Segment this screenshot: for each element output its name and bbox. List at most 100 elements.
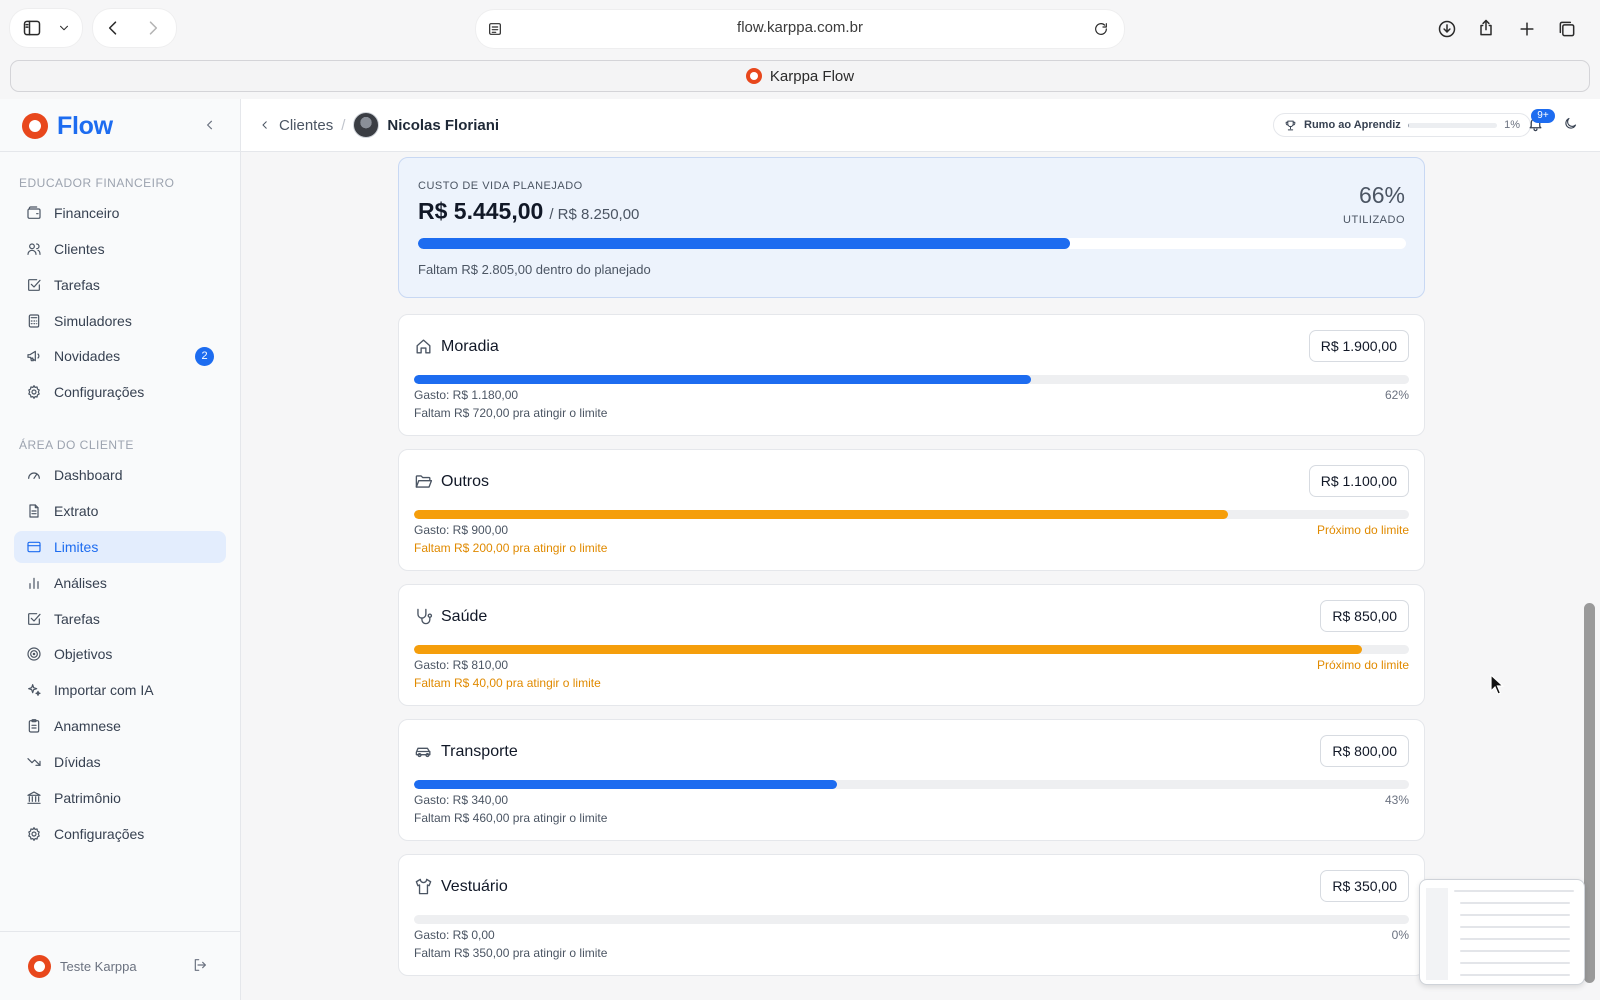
client-name: Nicolas Floriani [387,116,500,134]
category-card-vestuario: Vestuário R$ 350,00 Gasto: R$ 0,00 0% Fa… [398,854,1425,976]
gear-icon [28,827,40,841]
category-header: Moradia [414,337,499,356]
sidebar-item-extrato[interactable]: Extrato [14,495,226,527]
sidebar-item-patrimonio[interactable]: Patrimônio [14,782,226,814]
category-limit-input[interactable]: R$ 350,00 [1320,870,1409,902]
scrollbar-thumb[interactable] [1584,603,1595,983]
sidebar-item-configuracoes-educator[interactable]: Configurações [14,376,226,408]
section-title-client: ÁREA DO CLIENTE [19,438,134,452]
download-icon[interactable] [1435,18,1459,40]
summary-progress-fill [418,238,1071,249]
rank-progress-fill [1407,122,1409,128]
card-icon [27,541,41,553]
category-progress-fill [414,645,1363,654]
gear-icon [28,385,40,399]
category-progress-fill [414,510,1228,519]
sidebar-item-limites[interactable]: Limites [14,531,226,563]
home-icon [416,339,431,354]
category-progress-track [414,915,1409,924]
sidebar-item-dividas[interactable]: Dívidas [14,746,226,778]
category-progress-fill [414,375,1031,384]
trophy-icon [1285,120,1296,130]
sidebar-item-novidades[interactable]: Novidades 2 [14,340,226,372]
sidebar-item-label: Configurações [54,384,145,400]
theme-toggle-button[interactable] [1563,116,1581,134]
category-name: Vestuário [441,877,508,895]
rank-progress[interactable]: Rumo ao Aprendiz 1% [1273,113,1531,137]
summary-amount: R$ 5.445,00 / R$ 8.250,00 [418,198,639,225]
category-card-saude: Saúde R$ 850,00 Gasto: R$ 810,00 Próximo… [398,584,1425,706]
address-bar[interactable]: flow.karppa.com.br [476,10,1124,48]
category-limit-input[interactable]: R$ 800,00 [1320,735,1409,767]
chevron-down-icon[interactable] [54,18,74,38]
category-progress-track [414,645,1409,654]
gauge-icon [28,472,40,479]
category-limit-input[interactable]: R$ 1.900,00 [1308,330,1409,362]
url-text: flow.karppa.com.br [737,19,863,36]
category-header: Transporte [414,742,518,761]
sidebar-item-label: Importar com IA [54,682,154,698]
sidebar-item-configuracoes-cliente[interactable]: Configurações [14,818,226,850]
limits-content: CUSTO DE VIDA PLANEJADO R$ 5.445,00 / R$… [241,153,1583,1000]
sidebar-item-objetivos[interactable]: Objetivos [14,638,226,670]
sidebar-item-tarefas-cliente[interactable]: Tarefas [14,603,226,635]
category-progress-track [414,375,1409,384]
chevron-left-icon [206,120,213,130]
active-tab[interactable]: Karppa Flow [10,60,1590,92]
sidebar-item-importar-ia[interactable]: Importar com IA [14,674,226,706]
breadcrumb-clientes-link[interactable]: Clientes [279,117,333,134]
page-preview-thumbnail[interactable] [1419,879,1585,985]
category-progress-track [414,780,1409,789]
karppa-logo-icon [745,68,762,84]
users-icon [27,243,41,255]
sidebar-item-simuladores[interactable]: Simuladores [14,305,226,337]
sidebar-item-label: Dívidas [54,754,101,770]
sidebar-item-label: Novidades [54,348,121,364]
preview-line [1454,890,1574,892]
sidebar-item-anamnese[interactable]: Anamnese [14,710,226,742]
tab-overview-icon[interactable] [1555,18,1579,40]
user-profile[interactable]: Teste Karppa [28,955,137,978]
category-limit-input[interactable]: R$ 850,00 [1320,600,1409,632]
checkbox-icon [28,613,41,625]
sidebar-item-analises[interactable]: Análises [14,567,226,599]
notification-count-badge: 9+ [1531,109,1555,123]
sidebar-item-tarefas[interactable]: Tarefas [14,269,226,301]
sidebar-toggle-icon[interactable] [20,18,44,38]
share-icon[interactable] [1474,17,1498,39]
reload-icon[interactable] [1090,19,1112,39]
category-spent: Gasto: R$ 1.180,00 [414,388,519,402]
preview-line [1460,962,1570,964]
category-spent: Gasto: R$ 340,00 [414,793,509,807]
sidebar-item-label: Dashboard [54,467,123,483]
sidebar-item-dashboard[interactable]: Dashboard [14,459,226,491]
section-title-educator: EDUCADOR FINANCEIRO [19,176,175,190]
sidebar-item-label: Tarefas [54,611,100,627]
logout-button[interactable] [192,957,210,975]
sidebar-item-clientes[interactable]: Clientes [14,233,226,265]
preview-line [1460,902,1570,904]
category-limit-input[interactable]: R$ 1.100,00 [1308,465,1409,497]
sidebar-item-financeiro[interactable]: Financeiro [14,197,226,229]
preview-line [1460,926,1570,928]
rank-label: Rumo ao Aprendiz [1304,119,1401,131]
breadcrumb-separator: / [341,116,346,134]
category-remaining: Faltam R$ 40,00 pra atingir o limite [414,676,601,690]
preview-line [1460,914,1570,916]
new-tab-plus-icon[interactable] [1515,18,1539,40]
brand[interactable]: Flow [22,111,113,141]
clipboard-icon [28,719,40,733]
calculator-icon [28,314,40,328]
category-card-outros: Outros R$ 1.100,00 Gasto: R$ 900,00 Próx… [398,449,1425,571]
collapse-sidebar-button[interactable] [200,113,220,137]
document-icon [29,504,39,518]
history-nav-group [93,9,176,47]
forward-arrow-icon[interactable] [141,18,165,38]
avatar [28,955,51,978]
preview-line [1460,950,1570,952]
rank-progress-track [1407,122,1498,128]
back-arrow-icon[interactable] [101,18,125,38]
sidebar-item-label: Objetivos [54,646,113,662]
category-name: Transporte [441,742,518,760]
summary-remaining: Faltam R$ 2.805,00 dentro do planejado [418,262,651,277]
